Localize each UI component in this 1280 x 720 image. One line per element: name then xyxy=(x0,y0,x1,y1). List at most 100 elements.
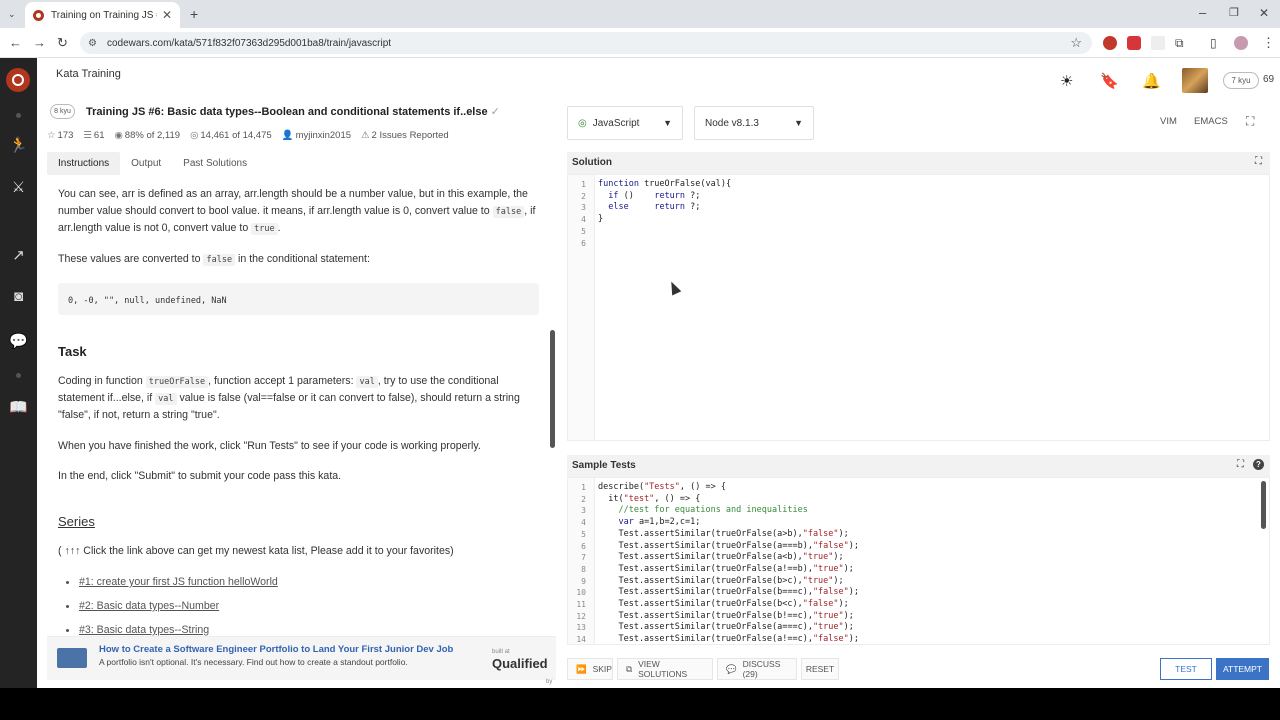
kata-rank-badge: 8 kyu xyxy=(50,104,75,119)
language-select[interactable]: ◎ JavaScript ▼ xyxy=(567,106,683,140)
notifications-bell-icon[interactable]: 🔔 xyxy=(1142,72,1161,90)
author-stat[interactable]: 👤 myjinxin2015 xyxy=(282,130,351,141)
issues-stat[interactable]: ⚠ 2 Issues Reported xyxy=(361,130,449,141)
skip-button[interactable]: ⏩ SKIP xyxy=(567,658,613,680)
series-link[interactable]: #1: create your first JS function helloW… xyxy=(66,574,278,591)
menu-kebab-icon[interactable]: ⋮ xyxy=(1262,36,1275,50)
ad-banner[interactable]: How to Create a Software Engineer Portfo… xyxy=(47,636,556,685)
tab-instructions[interactable]: Instructions xyxy=(47,152,121,175)
text: , function accept 1 parameters: xyxy=(208,375,354,387)
fullscreen-icon[interactable]: ⛶ xyxy=(1246,114,1254,129)
reload-icon[interactable]: ↻ xyxy=(57,36,68,50)
series-heading[interactable]: Series xyxy=(58,513,95,530)
avatar[interactable] xyxy=(1182,68,1208,93)
extensions-puzzle-icon[interactable]: ⧉ xyxy=(1175,36,1184,50)
window-close-icon[interactable]: ✕ xyxy=(1259,6,1269,20)
vim-mode-button[interactable]: VIM xyxy=(1160,116,1177,127)
solution-editor[interactable]: 1 2 3 45 6 function trueOrFalse(val){ if () … xyxy=(567,174,1270,441)
profile-avatar-icon[interactable] xyxy=(1234,36,1248,50)
skip-label: SKIP xyxy=(592,664,612,674)
view-solutions-button[interactable]: ⧉ VIEW SOLUTIONS xyxy=(617,658,713,680)
minimize-icon[interactable]: – xyxy=(1199,6,1206,20)
line-number: 1 xyxy=(581,483,586,492)
bookmarks-icon[interactable]: 🔖 xyxy=(1100,72,1119,90)
tab-list-icon[interactable]: ⌄ xyxy=(8,7,16,21)
extension-blank-icon[interactable] xyxy=(1151,36,1165,50)
sidepanel-icon[interactable]: ▯ xyxy=(1210,36,1217,50)
adblock-extension-icon[interactable] xyxy=(1127,36,1141,50)
expand-icon[interactable]: ⛶ xyxy=(1255,156,1262,167)
address-bar[interactable]: ⚙ codewars.com/kata/571f832f07363d295d00… xyxy=(80,32,1092,54)
practice-icon[interactable]: ⚔ xyxy=(0,178,37,196)
code-line[interactable]: //test for equations and inequalities xyxy=(598,505,807,517)
collections-stat[interactable]: ☰ 61 xyxy=(83,130,104,141)
attempt-button[interactable]: ATTEMPT xyxy=(1216,658,1269,680)
close-icon[interactable]: ✕ xyxy=(162,8,172,22)
code-line[interactable]: describe("Tests", () => { xyxy=(598,482,726,494)
code-line[interactable]: Test.assertSimilar(trueOrFalse(a<b),"tru… xyxy=(598,552,843,564)
version-select[interactable]: Node v8.1.3 ▼ xyxy=(694,106,814,140)
code-block: 0, -0, "", null, undefined, NaN xyxy=(58,283,539,315)
back-icon[interactable]: ← xyxy=(9,36,22,50)
scrollbar[interactable] xyxy=(1261,481,1266,529)
series-link[interactable]: #2: Basic data types--Number xyxy=(65,598,219,615)
leaderboard-icon[interactable]: ↗ xyxy=(0,246,37,264)
tests-editor[interactable]: 1 2 3 4 5 6 7 8 9 10 11 12 13 14 describe("Tests", ()… xyxy=(567,477,1270,645)
new-tab-icon[interactable]: + xyxy=(190,7,198,21)
code-line[interactable]: it("test", () => { xyxy=(598,494,700,506)
line-number: 6 xyxy=(581,541,586,551)
action-bar: ⏩ SKIP ⧉ VIEW SOLUTIONS 💬 DISCUSS (29) RESE… xyxy=(567,658,1270,682)
ad-image xyxy=(57,648,87,668)
theme-toggle-icon[interactable]: ☀ xyxy=(1060,72,1073,90)
code-line[interactable]: Test.assertSimilar(trueOrFalse(a!==c),"f… xyxy=(598,634,859,644)
reset-button[interactable]: RESET xyxy=(801,658,839,680)
kata-title: Training JS #6: Basic data types--Boolea… xyxy=(86,105,500,118)
test-button[interactable]: TEST xyxy=(1160,658,1212,680)
docs-book-icon[interactable]: 📖 xyxy=(0,398,37,416)
discord-icon[interactable]: ◙ xyxy=(0,288,37,305)
code-line[interactable]: Test.assertSimilar(trueOrFalse(b<c),"fal… xyxy=(598,599,848,611)
maximize-icon[interactable]: ❐ xyxy=(1229,6,1239,20)
ad-subtitle: A portfolio isn't optional. It's necessa… xyxy=(99,657,408,667)
emacs-mode-button[interactable]: EMACS xyxy=(1194,116,1228,127)
inline-code: false xyxy=(203,254,236,266)
line-number: 3 xyxy=(581,506,586,516)
site-info-icon[interactable]: ⚙ xyxy=(88,38,97,49)
training-icon[interactable]: 🏃 xyxy=(0,136,37,154)
inline-code: trueOrFalse xyxy=(145,376,209,388)
chevron-down-icon: ▼ xyxy=(794,118,803,128)
code-line[interactable]: Test.assertSimilar(trueOrFalse(a===b),"f… xyxy=(598,541,859,553)
forward-icon[interactable]: → xyxy=(33,36,46,50)
stars-stat[interactable]: ☆ 173 xyxy=(47,130,73,141)
code-line[interactable]: var a=1,b=2,c=1; xyxy=(598,517,700,529)
bookmark-star-icon[interactable]: ☆ xyxy=(1070,35,1082,51)
line-number: 5 xyxy=(581,226,586,236)
code-line[interactable]: else return ?; xyxy=(598,202,700,214)
code-line[interactable]: if () return ?; xyxy=(598,191,700,203)
code-line[interactable]: } xyxy=(598,214,603,226)
extension-icon[interactable] xyxy=(1103,36,1117,50)
code-line[interactable]: Test.assertSimilar(trueOrFalse(a!==b),"t… xyxy=(598,564,853,576)
text: You can see, arr is defined as an array,… xyxy=(58,188,528,200)
codewars-logo-icon[interactable] xyxy=(6,68,30,92)
code-line[interactable]: Test.assertSimilar(trueOrFalse(b>c),"tru… xyxy=(598,576,843,588)
tab-past-solutions[interactable]: Past Solutions xyxy=(172,152,258,175)
help-icon[interactable]: ? xyxy=(1253,459,1264,470)
discuss-button[interactable]: 💬 DISCUSS (29) xyxy=(717,658,797,680)
paragraph: Coding in function trueOrFalse, function… xyxy=(58,373,538,391)
paragraph: number value should convert to bool valu… xyxy=(58,203,538,221)
scrollbar[interactable] xyxy=(550,330,555,448)
code-line[interactable]: Test.assertSimilar(trueOrFalse(a===c),"t… xyxy=(598,622,853,634)
view-solutions-label: VIEW SOLUTIONS xyxy=(638,659,688,679)
ad-title[interactable]: How to Create a Software Engineer Portfo… xyxy=(99,644,453,655)
discussion-icon[interactable]: 💬 xyxy=(0,332,37,350)
code-line[interactable]: Test.assertSimilar(trueOrFalse(b!==c),"t… xyxy=(598,611,853,623)
code-line[interactable]: Test.assertSimilar(trueOrFalse(b===c),"f… xyxy=(598,587,859,599)
expand-icon[interactable]: ⛶ xyxy=(1237,459,1244,470)
browser-tab[interactable]: Training on Training JS #6: Basic ✕ xyxy=(25,2,180,28)
code-line[interactable]: function trueOrFalse(val){ xyxy=(598,179,731,191)
paragraph: In the end, click "Submit" to submit you… xyxy=(58,470,342,482)
instructions-content[interactable]: You can see, arr is defined as an array,… xyxy=(37,182,556,638)
code-line[interactable]: Test.assertSimilar(trueOrFalse(a>b),"fal… xyxy=(598,529,848,541)
tab-output[interactable]: Output xyxy=(120,152,172,175)
